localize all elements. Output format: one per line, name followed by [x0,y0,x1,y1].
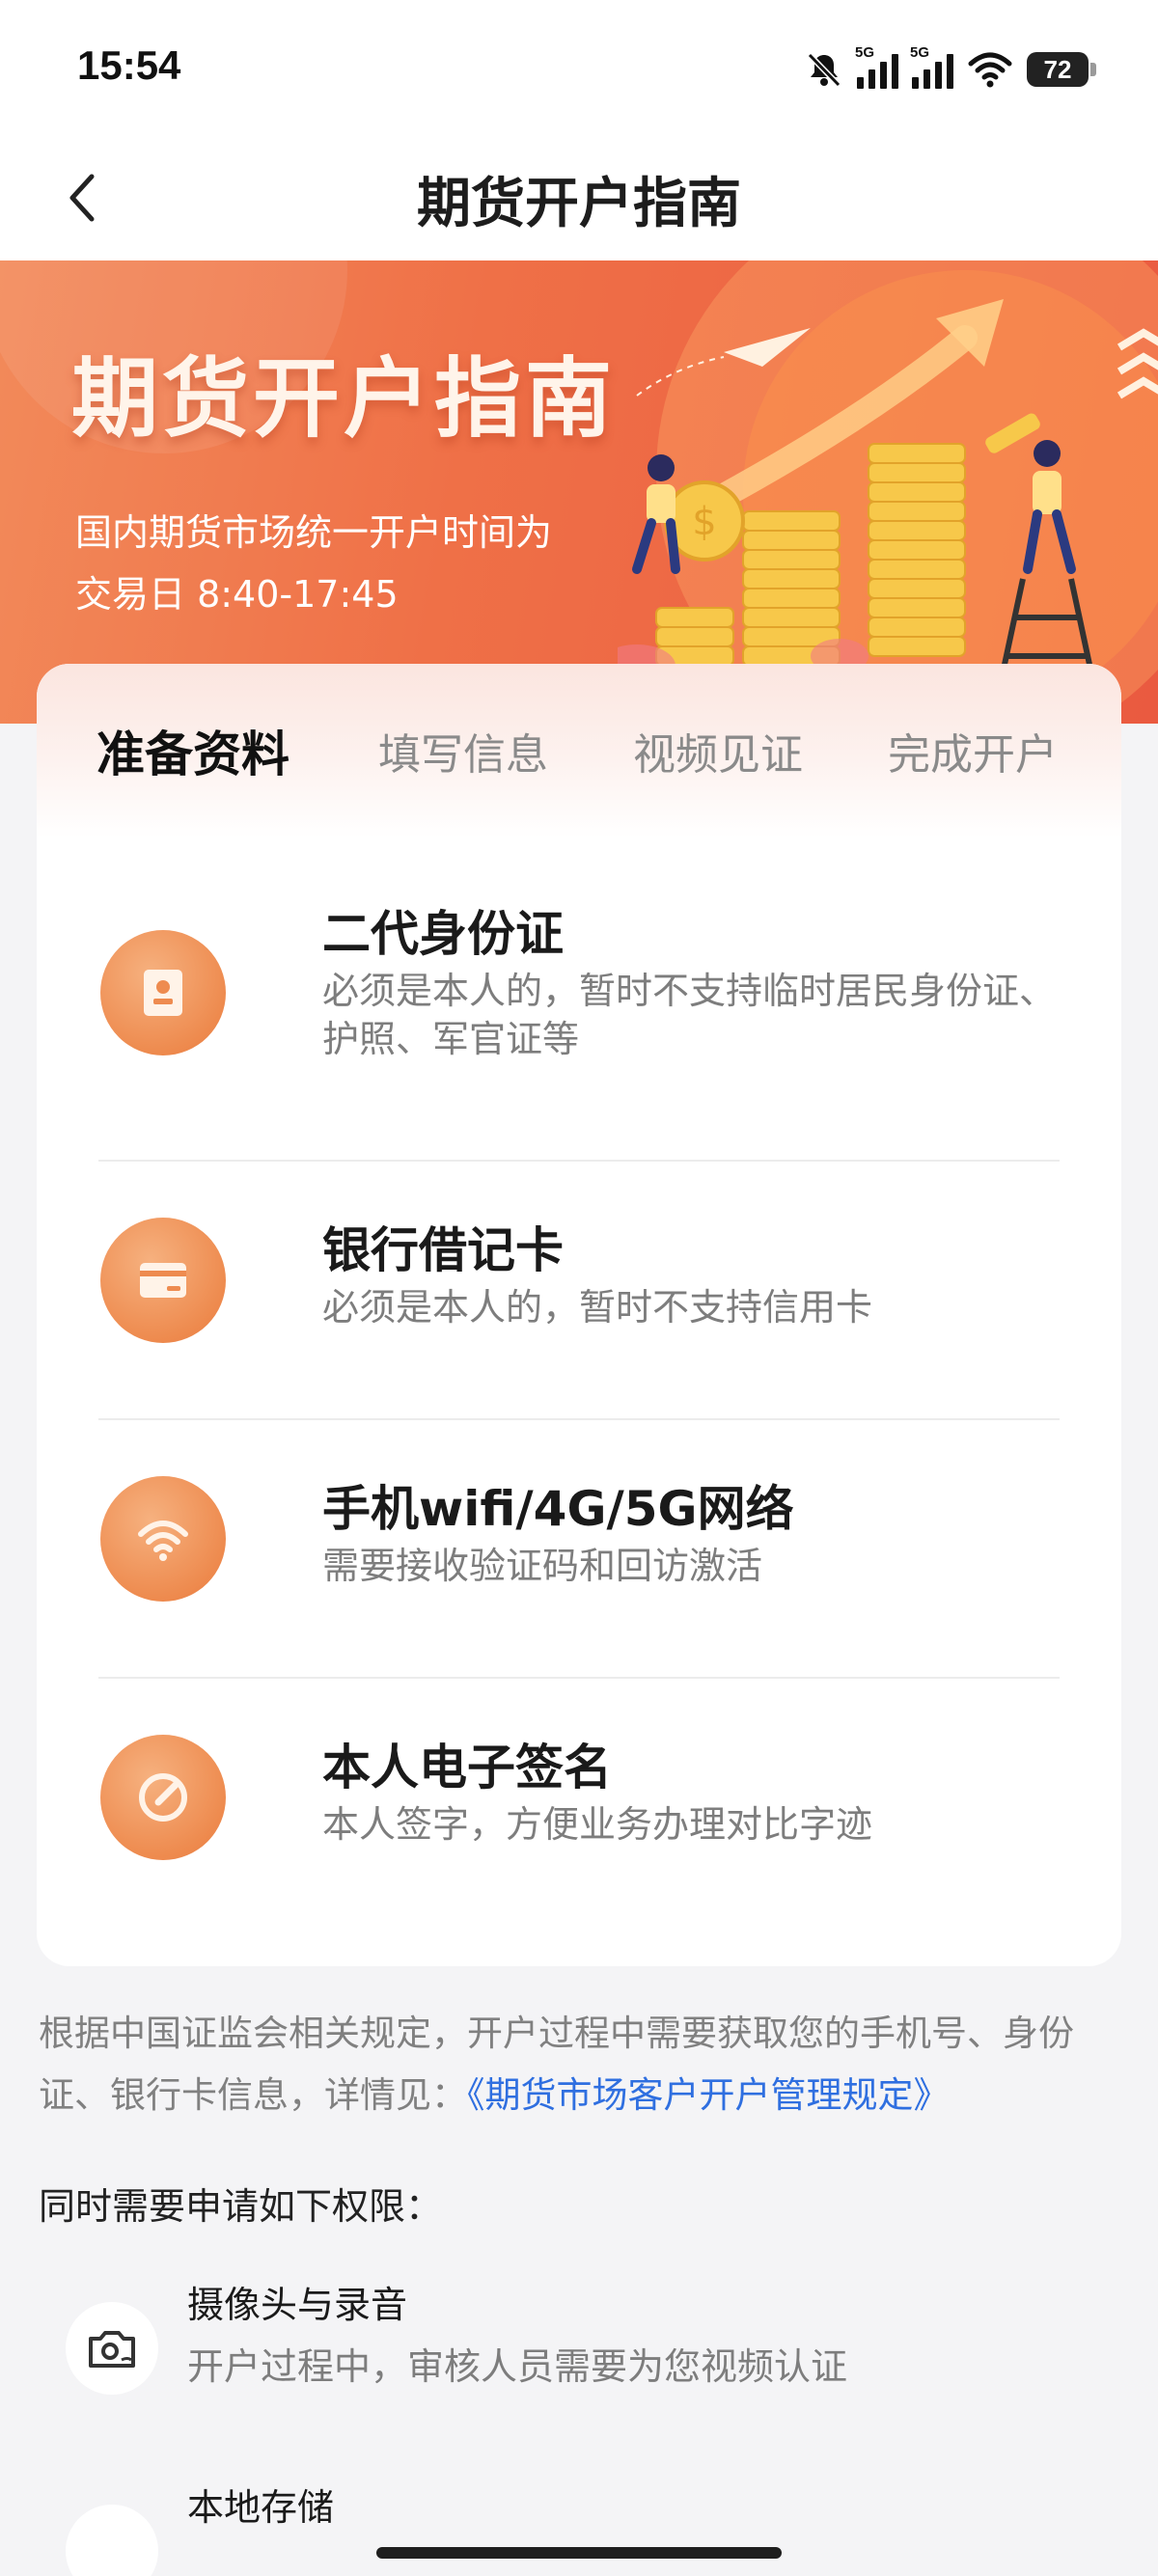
battery-icon: 72 [1027,52,1096,87]
wifi-status-icon [968,52,1012,88]
requirement-title: 手机wifi/4G/5G网络 [322,1481,794,1537]
status-bar: 15:54 5G 5G 72 [0,0,1158,135]
divider [98,1677,1060,1679]
svg-text:$: $ [692,500,716,544]
requirements-card: 准备资料 填写信息 视频见证 完成开户 二代身份证 必须是本人的，暂时不支持临时… [37,664,1121,1966]
permission-title: 摄像头与录音 [187,2284,408,2326]
regulation-link[interactable]: 《期货市场客户开户管理规定》 [467,2074,950,2116]
status-icons: 5G 5G 72 [805,42,1096,96]
permission-description: 开户过程中，审核人员需要为您视频认证 [187,2345,848,2388]
wifi-icon [100,1476,226,1602]
id-card-icon [100,930,226,1055]
regulation-notice: 根据中国证监会相关规定，开户过程中需要获取您的手机号、身份证、银行卡信息，详情见… [39,2003,1129,2126]
banner-subtitle-line2: 交易日 8:40-17:45 [75,573,399,616]
tab-fill-info[interactable]: 填写信息 [378,720,548,781]
signal-icon-sim2: 5G [910,44,953,89]
requirement-description: 必须是本人的，暂时不支持临时居民身份证、护照、军官证等 [322,970,1057,1060]
signature-icon [100,1735,226,1860]
permissions-heading: 同时需要申请如下权限： [39,2185,443,2228]
home-indicator[interactable] [376,2547,782,2559]
camera-icon [66,2302,158,2395]
tab-complete-account[interactable]: 完成开户 [888,720,1058,781]
permission-title: 本地存储 [187,2486,335,2529]
requirement-description: 本人签字，方便业务办理对比字迹 [322,1803,873,1846]
mute-bell-icon [807,52,841,88]
guide-banner: 期货开户指南 国内期货市场统一开户时间为 交易日 8:40-17:45 $ [0,260,1158,724]
storage-icon [66,2505,158,2576]
nav-header: 期货开户指南 [0,135,1158,260]
requirement-title: 银行借记卡 [322,1222,564,1278]
status-time: 15:54 [77,42,181,88]
tab-video-witness[interactable]: 视频见证 [633,720,803,781]
tab-prepare-materials[interactable]: 准备资料 [96,716,290,785]
requirement-title: 二代身份证 [322,906,564,962]
signal-icon-sim1: 5G [855,44,898,89]
requirement-description: 需要接收验证码和回访激活 [322,1545,763,1587]
sim2-network-label: 5G [910,44,930,61]
requirement-title: 本人电子签名 [322,1740,612,1795]
page-title: 期货开户指南 [417,173,741,235]
sim1-network-label: 5G [855,44,875,61]
banner-title: 期货开户指南 [71,348,616,450]
requirement-description: 必须是本人的，暂时不支持信用卡 [322,1286,873,1329]
divider [98,1418,1060,1420]
bank-card-icon [100,1218,226,1343]
coins-illustration: $ [618,299,1158,715]
step-tabs: 准备资料 填写信息 视频见证 完成开户 [37,664,1121,837]
banner-subtitle: 国内期货市场统一开户时间为 交易日 8:40-17:45 [75,502,654,625]
banner-subtitle-line1: 国内期货市场统一开户时间为 [75,511,553,554]
divider [98,1160,1060,1162]
